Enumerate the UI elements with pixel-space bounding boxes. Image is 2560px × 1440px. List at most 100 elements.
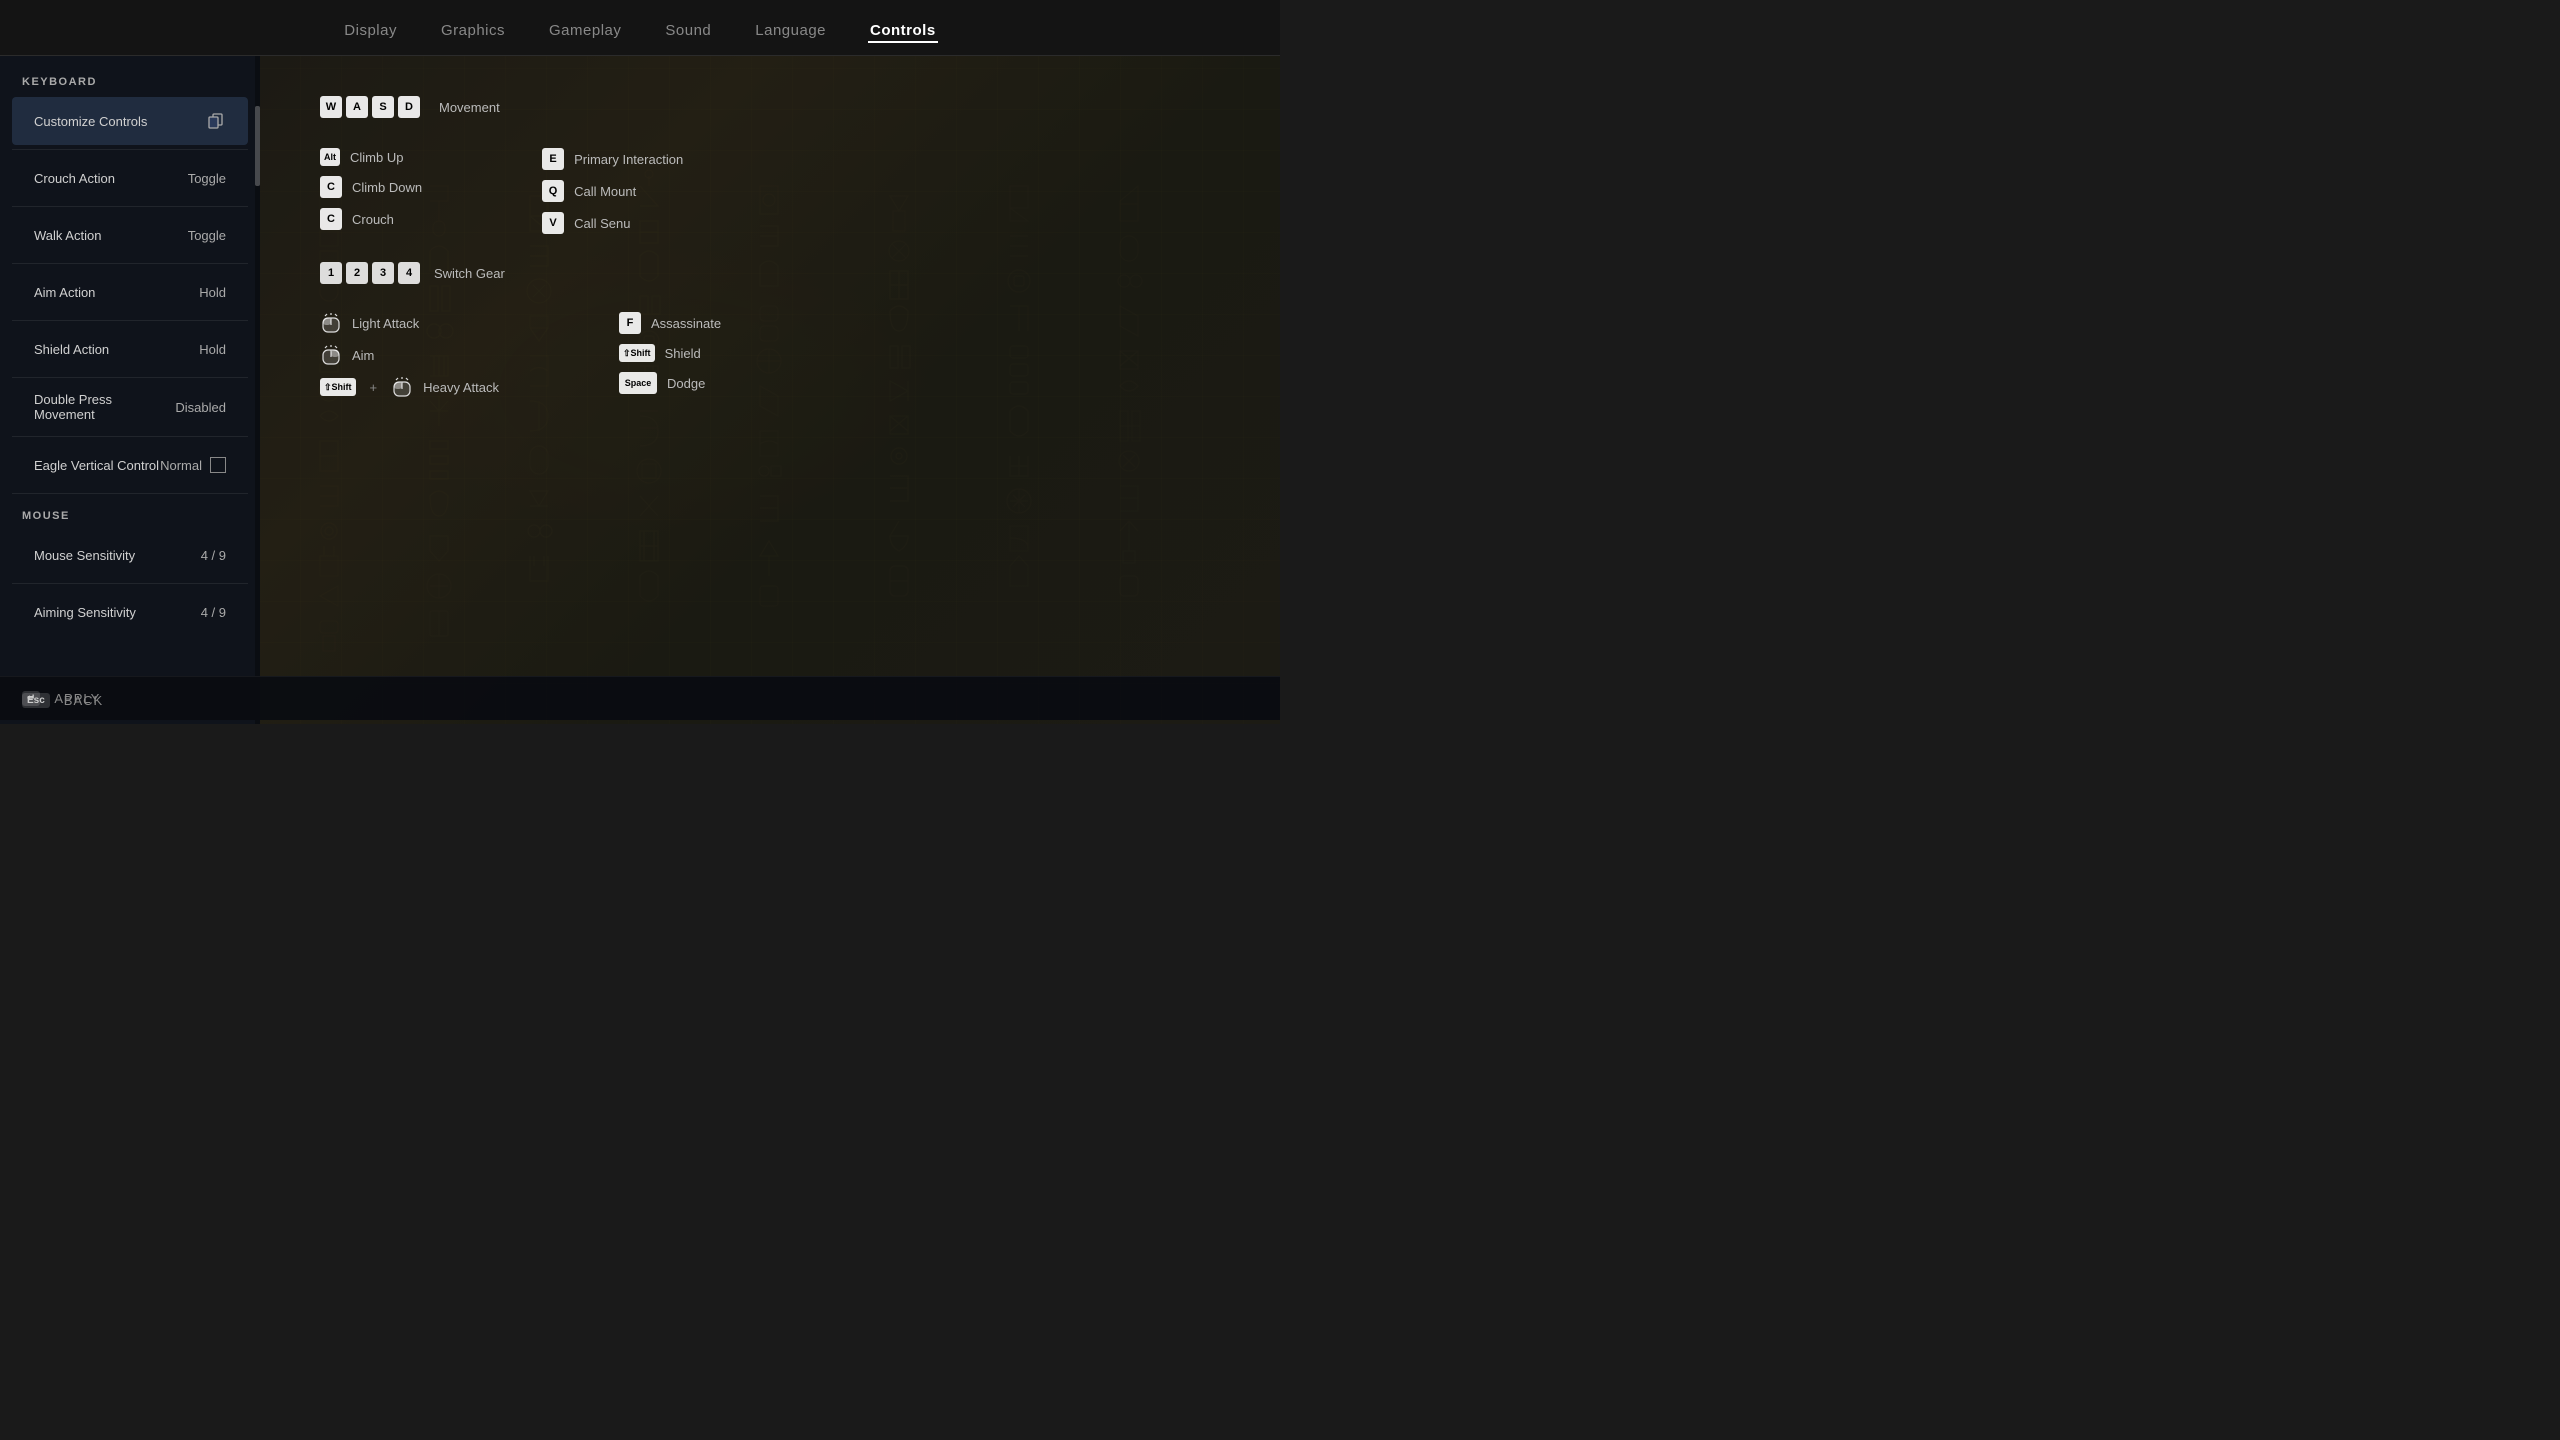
divider-7 (12, 493, 248, 494)
main-content: KEYBOARD Customize Controls Crouch Actio… (0, 56, 1280, 724)
keyboard-section-label: KEYBOARD (0, 76, 260, 96)
shield-action-label: Shield Action (34, 342, 109, 357)
a-key: A (346, 96, 368, 118)
plus-symbol: + (370, 380, 378, 395)
assassinate-label: Assassinate (651, 316, 721, 331)
eagle-vertical-checkbox[interactable] (210, 457, 226, 473)
heavy-attack-bind: ⇧Shift + Heavy Attack (320, 376, 499, 398)
key-1: 1 (320, 262, 342, 284)
divider-5 (12, 377, 248, 378)
esc-key-icon: Esc (22, 693, 50, 708)
mouse-sensitivity-value: 4 / 9 (201, 548, 226, 563)
wasd-display: W A S D (320, 96, 420, 118)
alt-key: Alt (320, 148, 340, 166)
shield-action-row[interactable]: Shield Action Hold (12, 325, 248, 373)
customize-controls-row[interactable]: Customize Controls (12, 97, 248, 145)
aim-bind: Aim (320, 344, 499, 366)
back-button[interactable]: Esc BACK (22, 693, 103, 708)
divider-3 (12, 263, 248, 264)
mouse-left-heavy-icon (391, 376, 413, 398)
eagle-vertical-value: Normal (160, 458, 202, 473)
double-press-row[interactable]: Double Press Movement Disabled (12, 382, 248, 432)
movement-section: W A S D Movement (320, 96, 1220, 118)
customize-controls-label: Customize Controls (34, 114, 147, 129)
e-key: E (542, 148, 564, 170)
w-key: W (320, 96, 342, 118)
aim-action-value: Hold (199, 285, 226, 300)
f-key: F (619, 312, 641, 334)
sidebar: KEYBOARD Customize Controls Crouch Actio… (0, 56, 260, 724)
key-3: 3 (372, 262, 394, 284)
call-senu-bind: V Call Senu (542, 212, 683, 234)
nav-gameplay[interactable]: Gameplay (547, 18, 623, 43)
c-key-crouch: C (320, 208, 342, 230)
switch-gear-bind: 1 2 3 4 Switch Gear (320, 262, 1220, 284)
key-4: 4 (398, 262, 420, 284)
mouse-sensitivity-label: Mouse Sensitivity (34, 548, 135, 563)
nav-language[interactable]: Language (753, 18, 828, 43)
aiming-sensitivity-row[interactable]: Aiming Sensitivity 4 / 9 (12, 588, 248, 636)
climb-down-bind: C Climb Down (320, 176, 422, 198)
shield-action-value: Hold (199, 342, 226, 357)
dodge-label: Dodge (667, 376, 705, 391)
movement-label: Movement (439, 100, 500, 115)
d-key: D (398, 96, 420, 118)
crouch-action-value: Toggle (188, 171, 226, 186)
mouse-left-icon (320, 312, 342, 334)
assassinate-bind: F Assassinate (619, 312, 721, 334)
aim-action-label: Aim Action (34, 285, 95, 300)
primary-interaction-bind: E Primary Interaction (542, 148, 683, 170)
crouch-action-label: Crouch Action (34, 171, 115, 186)
mouse-section-label: MOUSE (0, 510, 260, 530)
c-key-climbdown: C (320, 176, 342, 198)
double-press-label: Double Press Movement (34, 392, 175, 422)
climb-up-label: Climb Up (350, 150, 403, 165)
walk-action-label: Walk Action (34, 228, 101, 243)
crouch-action-row[interactable]: Crouch Action Toggle (12, 154, 248, 202)
space-key: Space (619, 372, 657, 394)
nav-graphics[interactable]: Graphics (439, 18, 507, 43)
key-2: 2 (346, 262, 368, 284)
crouch-label: Crouch (352, 212, 394, 227)
eagle-vertical-label: Eagle Vertical Control (34, 458, 159, 473)
back-label: BACK (64, 693, 103, 708)
aiming-sensitivity-label: Aiming Sensitivity (34, 605, 136, 620)
movement-bindings: Alt Climb Up C Climb Down C Crouch E (320, 148, 1220, 234)
nav-controls[interactable]: Controls (868, 18, 938, 43)
aim-label: Aim (352, 348, 374, 363)
s-key: S (372, 96, 394, 118)
switch-gear-label: Switch Gear (434, 266, 505, 281)
aim-action-row[interactable]: Aim Action Hold (12, 268, 248, 316)
double-press-value: Disabled (175, 400, 226, 415)
light-attack-label: Light Attack (352, 316, 419, 331)
bottom-actions-bar: ↵ APPLY Esc BACK (0, 676, 1280, 720)
call-senu-label: Call Senu (574, 216, 630, 231)
v-key: V (542, 212, 564, 234)
combat-bindings: Light Attack Aim (320, 312, 1220, 398)
shift-key-shield: ⇧Shift (619, 344, 655, 362)
divider-4 (12, 320, 248, 321)
keybind-area: W A S D Movement Alt Climb Up C Climb Do… (260, 56, 1280, 724)
mouse-sensitivity-row[interactable]: Mouse Sensitivity 4 / 9 (12, 531, 248, 579)
nav-sound[interactable]: Sound (663, 18, 713, 43)
shield-bind: ⇧Shift Shield (619, 344, 721, 362)
climb-up-bind: Alt Climb Up (320, 148, 422, 166)
mouse-right-icon (320, 344, 342, 366)
divider-2 (12, 206, 248, 207)
dodge-bind: Space Dodge (619, 372, 721, 394)
primary-interaction-label: Primary Interaction (574, 152, 683, 167)
shift-key: ⇧Shift (320, 378, 356, 396)
crouch-bind: C Crouch (320, 208, 422, 230)
call-mount-label: Call Mount (574, 184, 636, 199)
walk-action-row[interactable]: Walk Action Toggle (12, 211, 248, 259)
light-attack-bind: Light Attack (320, 312, 499, 334)
call-mount-bind: Q Call Mount (542, 180, 683, 202)
aiming-sensitivity-value: 4 / 9 (201, 605, 226, 620)
nav-display[interactable]: Display (342, 18, 399, 43)
shield-label: Shield (665, 346, 701, 361)
divider-8 (12, 583, 248, 584)
eagle-vertical-row[interactable]: Eagle Vertical Control Normal (12, 441, 248, 489)
walk-action-value: Toggle (188, 228, 226, 243)
climb-down-label: Climb Down (352, 180, 422, 195)
copy-icon (206, 111, 226, 131)
